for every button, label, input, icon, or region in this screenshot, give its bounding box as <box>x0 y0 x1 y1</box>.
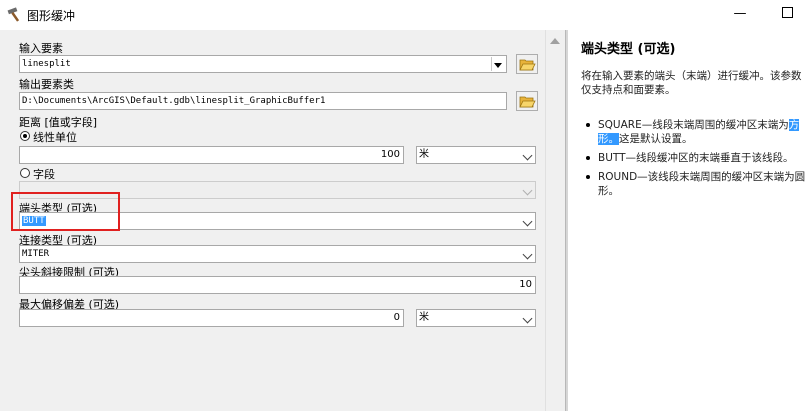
distance-value-input[interactable]: 100 <box>19 146 404 164</box>
distance-unit-select[interactable]: 米 <box>416 146 536 164</box>
title-bar: 图形缓冲 — <box>0 0 811 30</box>
window-title: 图形缓冲 <box>27 9 76 23</box>
line-joins-select[interactable]: MITER <box>19 245 536 263</box>
max-deviation-value: 0 <box>393 312 400 323</box>
hammer-icon <box>7 7 20 22</box>
miter-limit-value: 10 <box>519 279 532 290</box>
chevron-down-icon <box>522 150 533 161</box>
chevron-down-icon <box>522 185 533 196</box>
field-radio[interactable] <box>20 168 30 178</box>
browse-input-button[interactable] <box>516 54 538 74</box>
help-panel: 端头类型 (可选) 将在输入要素的端头（末端）进行缓冲。该参数仅支持点和面要素。… <box>568 30 811 411</box>
maximize-button[interactable] <box>764 2 810 28</box>
distance-value: 100 <box>380 149 400 160</box>
minimize-button[interactable]: — <box>717 2 763 28</box>
folder-open-icon <box>519 59 536 71</box>
input-features-combobox[interactable]: linesplit <box>19 55 507 73</box>
help-title: 端头类型 (可选) <box>581 42 676 57</box>
max-deviation-unit-value: 米 <box>419 312 429 323</box>
dropdown-arrow-icon <box>494 63 502 68</box>
distance-unit-value: 米 <box>419 149 429 160</box>
help-options-list: SQUARE—线段末端周围的缓冲区末端为方形。这是默认设置。 BUTT—线段缓冲… <box>586 118 808 203</box>
help-option-butt: BUTT—线段缓冲区的末端垂直于该线段。 <box>586 151 808 165</box>
help-option-square: SQUARE—线段末端周围的缓冲区末端为方形。这是默认设置。 <box>586 118 808 146</box>
input-features-dropdown-button[interactable] <box>491 57 505 71</box>
chevron-down-icon <box>522 249 533 260</box>
linear-unit-label: 线性单位 <box>33 131 77 144</box>
help-intro: 将在输入要素的端头（末端）进行缓冲。该参数仅支持点和面要素。 <box>581 70 802 96</box>
max-deviation-unit-select[interactable]: 米 <box>416 309 536 327</box>
line-joins-value: MITER <box>22 249 50 259</box>
distance-label: 距离 [值或字段] <box>19 116 98 129</box>
chevron-down-icon <box>522 216 533 227</box>
field-radio-label: 字段 <box>33 168 55 181</box>
parameters-panel: 输入要素 linesplit 输出要素类 D:\Documents\ArcGIS… <box>0 30 565 411</box>
input-features-label: 输入要素 <box>19 42 63 55</box>
browse-output-button[interactable] <box>516 91 538 111</box>
input-features-value: linesplit <box>22 59 71 69</box>
miter-limit-input[interactable]: 10 <box>19 276 536 294</box>
help-option-round: ROUND—该线段末端周围的缓冲区末端为圆形。 <box>586 170 808 198</box>
linear-unit-radio[interactable] <box>20 131 30 141</box>
output-feature-class-input[interactable]: D:\Documents\ArcGIS\Default.gdb\linespli… <box>19 92 507 110</box>
scroll-up-icon[interactable] <box>550 38 560 44</box>
maximize-icon <box>781 7 793 18</box>
output-feature-class-value: D:\Documents\ArcGIS\Default.gdb\linespli… <box>22 96 326 106</box>
max-deviation-input[interactable]: 0 <box>19 309 404 327</box>
form-scrollbar[interactable] <box>545 30 564 411</box>
highlight-annotation-box <box>11 192 120 231</box>
chevron-down-icon <box>522 313 533 324</box>
output-feature-class-label: 输出要素类 <box>19 78 74 91</box>
folder-open-icon <box>519 96 536 108</box>
